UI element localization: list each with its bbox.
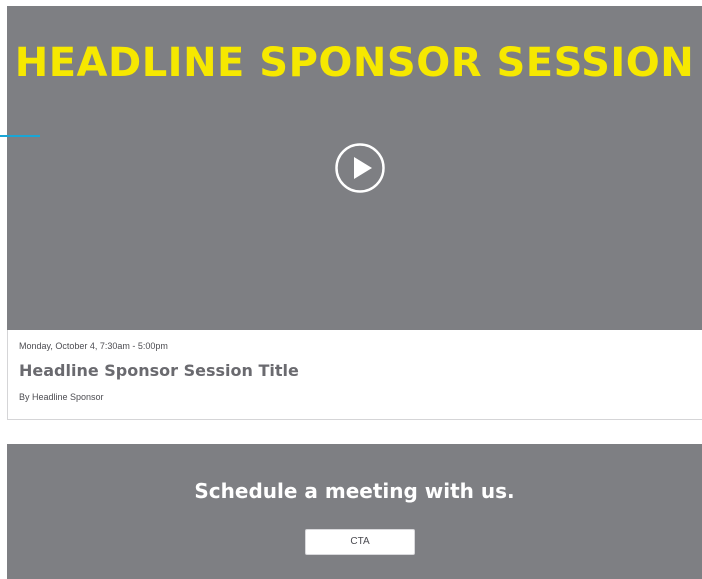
play-circle-icon — [335, 143, 385, 193]
play-button[interactable] — [334, 142, 386, 194]
accent-line — [0, 135, 40, 137]
session-sponsor: By Headline Sponsor — [19, 392, 104, 402]
session-date: Monday, October 4, 7:30am - 5:00pm — [19, 341, 168, 351]
cta-panel: Schedule a meeting with us. CTA — [7, 444, 702, 579]
video-player[interactable]: HEADLINE SPONSOR SESSION — [7, 6, 702, 330]
cta-heading: Schedule a meeting with us. — [194, 479, 515, 503]
session-info-card: Monday, October 4, 7:30am - 5:00pm Headl… — [7, 330, 702, 420]
session-title: Headline Sponsor Session Title — [19, 361, 299, 380]
page: HEADLINE SPONSOR SESSION Monday, October… — [0, 0, 702, 579]
video-title: HEADLINE SPONSOR SESSION — [14, 40, 695, 86]
cta-button[interactable]: CTA — [305, 529, 415, 555]
